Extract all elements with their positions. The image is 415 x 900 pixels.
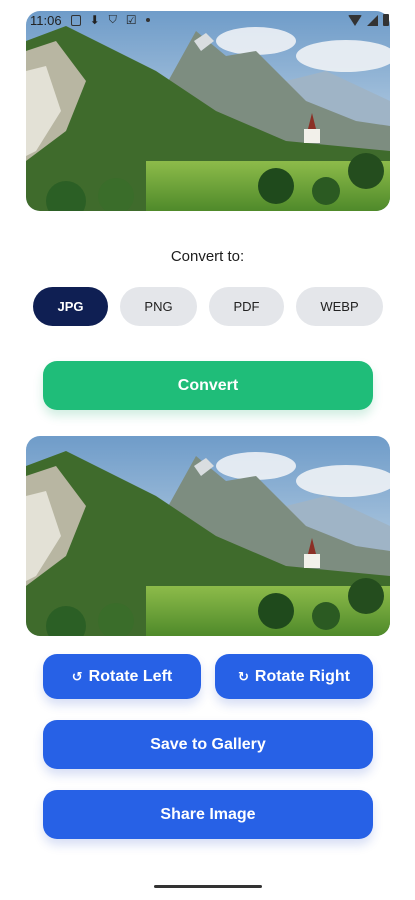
converted-image [26,436,390,636]
format-chip-jpg[interactable]: JPG [33,287,108,326]
convert-to-label: Convert to: [170,248,245,265]
rotate-left-icon: ↺ [71,668,83,684]
convert-button-label: Convert [177,376,239,394]
rotate-left-button[interactable]: ↺ Rotate Left [43,654,201,699]
status-bar: 11:06 ⬇ ⛉ ☑ [30,10,389,30]
original-image [26,11,390,211]
format-chip-png[interactable]: PNG [120,287,197,326]
format-selector: JPG PNG PDF WEBP [33,287,383,326]
format-chip-pdf[interactable]: PDF [209,287,284,326]
rotate-right-icon: ↻ [237,668,249,684]
share-image-button[interactable]: Share Image [43,790,373,839]
save-to-gallery-label: Save to Gallery [150,735,266,753]
convert-button[interactable]: Convert [43,361,373,410]
download-icon: ⬇ [89,13,100,27]
checkbox-icon: ☑ [125,13,137,27]
screen-icon [70,14,81,26]
signal-icon [367,14,378,26]
battery-icon [383,14,389,26]
share-image-label: Share Image [160,805,256,823]
format-chip-webp[interactable]: WEBP [296,287,383,326]
save-to-gallery-button[interactable]: Save to Gallery [43,720,373,769]
shield-icon: ⛉ [108,13,117,26]
rotate-right-button[interactable]: ↻ Rotate Right [215,654,373,699]
rotate-left-label: Rotate Left [88,667,173,685]
dot-icon [145,18,150,22]
status-time: 11:06 [30,12,62,28]
rotate-right-label: Rotate Right [254,667,350,685]
wifi-icon [348,14,362,26]
home-indicator[interactable] [154,885,262,888]
